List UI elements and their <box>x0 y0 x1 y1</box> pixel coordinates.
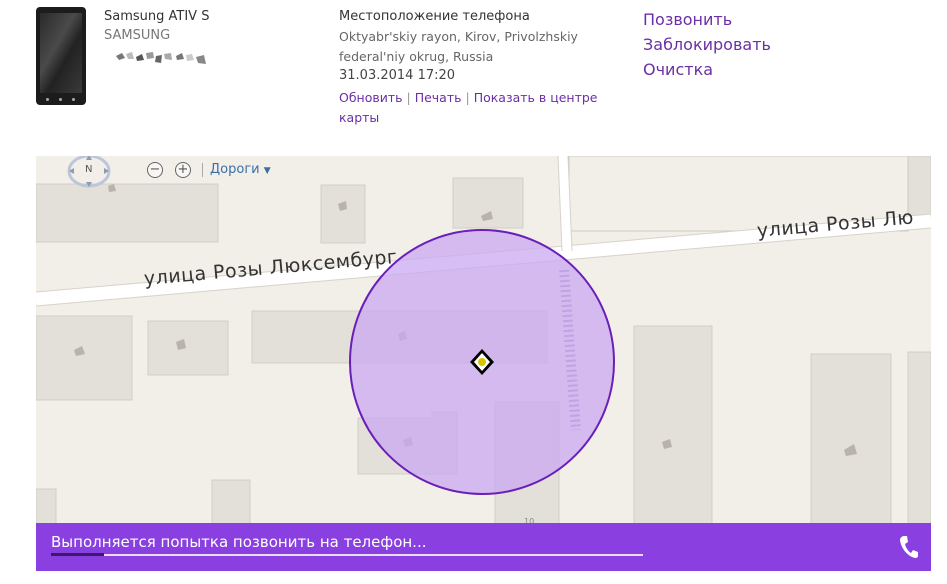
refresh-link[interactable]: Обновить <box>339 90 403 105</box>
device-screen <box>40 13 82 93</box>
obscured-device-id <box>116 52 206 64</box>
location-title: Местоположение телефона <box>339 9 530 24</box>
zoom-out-button[interactable]: − <box>147 162 163 178</box>
erase-phone-link[interactable]: Очистка <box>643 60 713 79</box>
zoom-in-button[interactable]: + <box>175 162 191 178</box>
link-separator: | <box>465 90 470 105</box>
device-back-key <box>46 98 49 101</box>
call-status-message: Выполняется попытка позвонить на телефон… <box>51 533 427 551</box>
phone-icon[interactable] <box>899 535 919 559</box>
call-progress-bar <box>51 553 643 556</box>
location-links: Обновить | Печать | Показать в центре кар… <box>339 88 609 128</box>
controls-separator <box>202 163 203 177</box>
center-map-link-line1: Показать в центре <box>473 90 598 105</box>
location-address-line1: Oktyabr'skiy rayon, Kirov, Privolzhskiy <box>339 29 578 44</box>
call-phone-link[interactable]: Позвонить <box>643 10 732 29</box>
lock-phone-link[interactable]: Заблокировать <box>643 35 771 54</box>
call-status-bar: Выполняется попытка позвонить на телефон… <box>36 523 931 571</box>
device-image <box>36 7 86 105</box>
device-search-key <box>72 98 75 101</box>
map-view[interactable]: улица Розы Люксембург улица Розы Лю 10 N… <box>36 156 931 571</box>
link-separator: | <box>406 90 411 105</box>
device-name: Samsung ATIV S <box>104 9 210 24</box>
device-brand: SAMSUNG <box>104 28 171 43</box>
device-home-key <box>59 98 62 101</box>
map-layer-dropdown[interactable]: Дороги ▼ <box>210 162 271 177</box>
print-link[interactable]: Печать <box>415 90 462 105</box>
map-layer-label: Дороги <box>210 162 260 177</box>
location-address-line2: federal'niy okrug, Russia <box>339 49 494 64</box>
location-timestamp: 31.03.2014 17:20 <box>339 68 456 83</box>
chevron-down-icon: ▼ <box>263 166 271 176</box>
call-progress-fill <box>51 553 105 556</box>
compass-label: N <box>85 164 93 175</box>
center-map-link-line2: карты <box>339 110 380 125</box>
